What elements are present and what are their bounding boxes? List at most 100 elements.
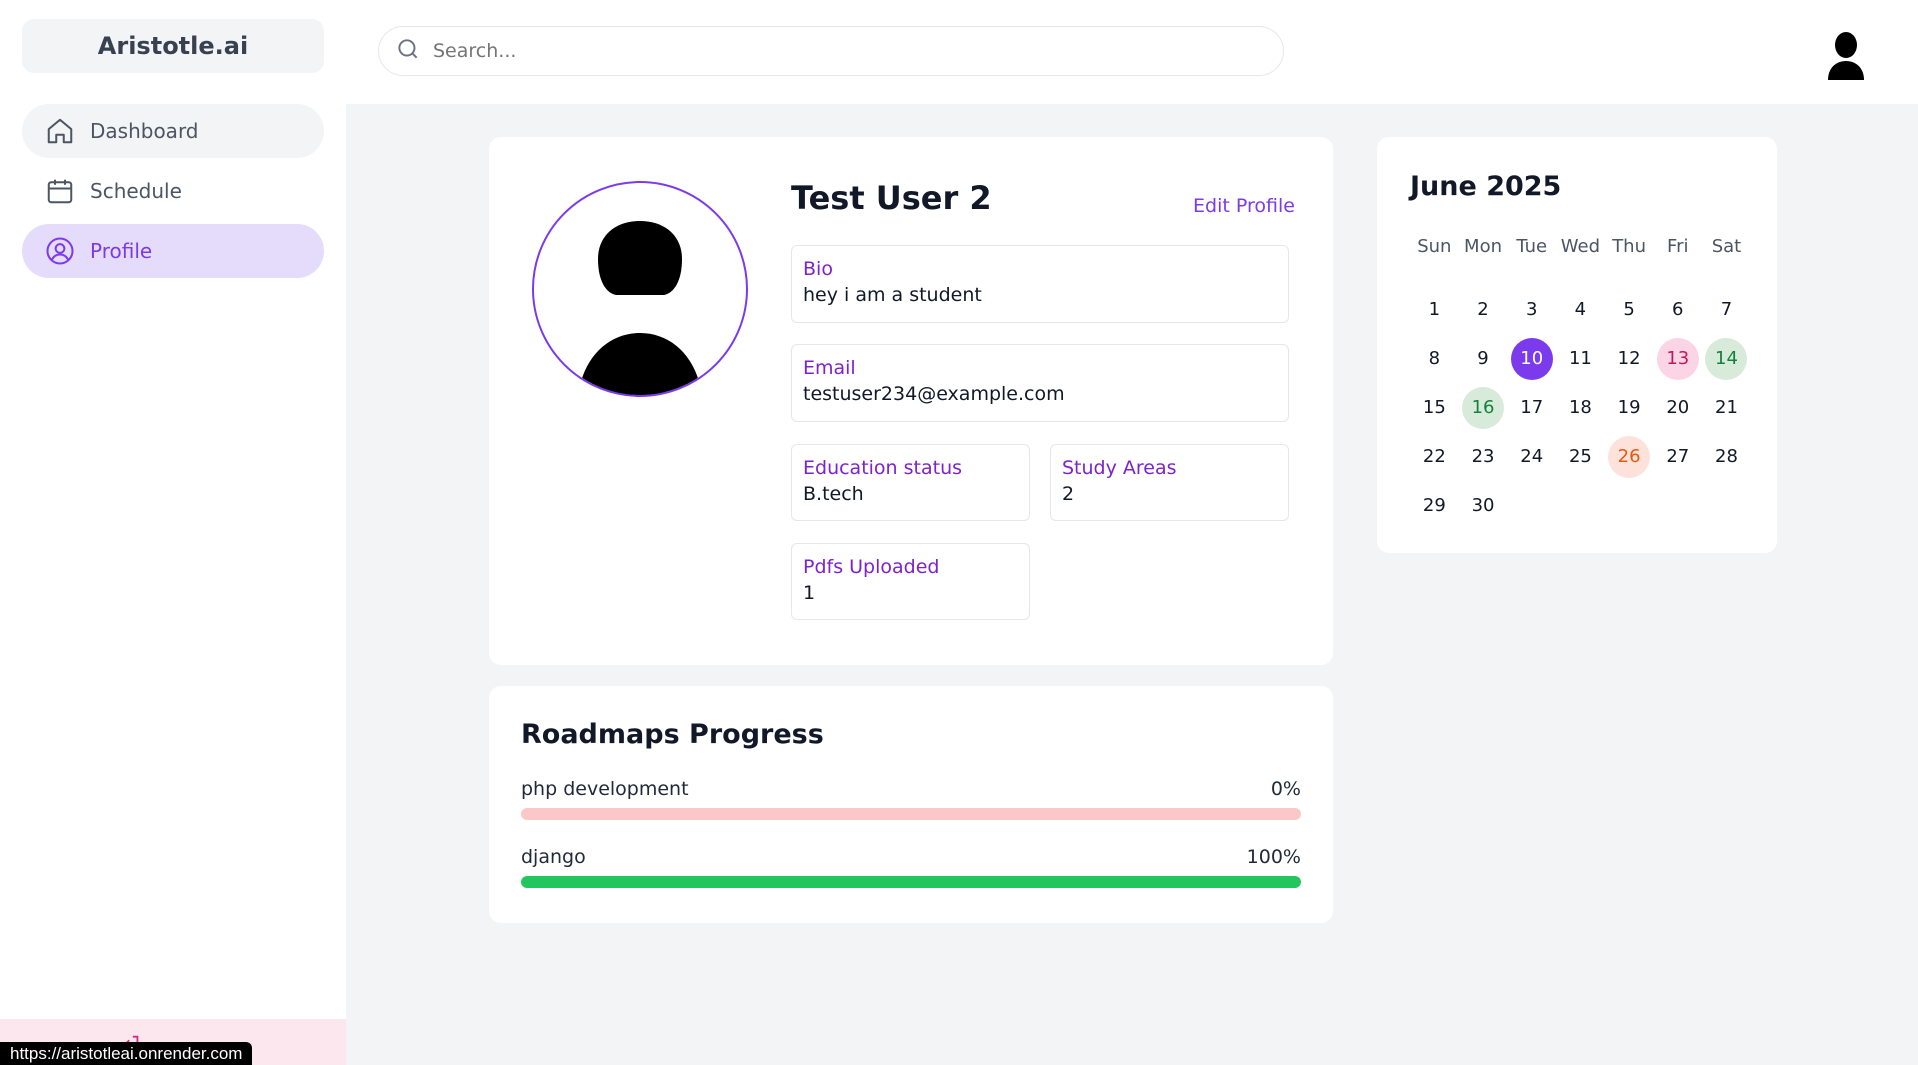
sidebar-item-label: Profile: [90, 239, 153, 263]
progress-track: [521, 876, 1301, 888]
field-label: Email: [803, 357, 856, 379]
calendar-day[interactable]: 27: [1653, 432, 1702, 481]
home-icon: [44, 115, 76, 147]
calendar-day[interactable]: 19: [1605, 383, 1654, 432]
calendar-day[interactable]: 1: [1410, 285, 1459, 334]
calendar-day[interactable]: 7: [1702, 285, 1751, 334]
email-field: Email testuser234@example.com: [791, 344, 1289, 422]
roadmap-item[interactable]: django 100%: [521, 846, 1301, 888]
sidebar-item-label: Schedule: [90, 179, 182, 203]
calendar-day[interactable]: 25: [1556, 432, 1605, 481]
calendar-day[interactable]: 29: [1410, 481, 1459, 530]
calendar-day-number: 13: [1656, 337, 1699, 380]
sidebar-item-profile[interactable]: Profile: [22, 224, 324, 278]
user-avatar-icon[interactable]: [1826, 32, 1866, 80]
calendar-day[interactable]: 16: [1459, 383, 1508, 432]
app-logo[interactable]: Aristotle.ai: [22, 19, 324, 73]
calendar-day[interactable]: 8: [1410, 334, 1459, 383]
calendar-title: June 2025: [1410, 171, 1562, 202]
calendar-day-number: 2: [1477, 299, 1489, 320]
weekday-label: Sat: [1711, 236, 1742, 257]
roadmap-name: php development: [521, 778, 689, 800]
bio-field: Bio hey i am a student: [791, 245, 1289, 323]
field-label: Study Areas: [1062, 457, 1177, 479]
calendar-day-number: 18: [1568, 397, 1592, 418]
calendar-day[interactable]: 30: [1459, 481, 1508, 530]
calendar-day-number: 30: [1471, 495, 1495, 516]
top-header: [346, 0, 1918, 104]
calendar-day[interactable]: 23: [1459, 432, 1508, 481]
weekday-label: Mon: [1464, 236, 1502, 257]
search-input[interactable]: [433, 40, 1233, 62]
user-name: Test User 2: [791, 179, 992, 217]
weekday-label: Thu: [1612, 236, 1646, 257]
calendar-day[interactable]: 28: [1702, 432, 1751, 481]
roadmap-item[interactable]: php development 0%: [521, 778, 1301, 820]
education-field: Education status B.tech: [791, 444, 1030, 521]
calendar-day-number: 1: [1428, 299, 1441, 320]
roadmap-percent: 100%: [1246, 846, 1301, 868]
status-bar-url: https://aristotleai.onrender.com: [0, 1042, 253, 1065]
calendar-day[interactable]: 26: [1605, 432, 1654, 481]
pdfs-uploaded-field: Pdfs Uploaded 1: [791, 543, 1030, 620]
calendar-day-number: 15: [1422, 397, 1446, 418]
calendar-day-number: 5: [1623, 299, 1635, 320]
calendar-day-number: 25: [1568, 446, 1592, 467]
calendar-day-number: 8: [1428, 348, 1441, 369]
calendar-day[interactable]: 9: [1459, 334, 1508, 383]
sidebar-item-label: Dashboard: [90, 119, 199, 143]
calendar-day-number: 19: [1617, 397, 1641, 418]
calendar-day[interactable]: 22: [1410, 432, 1459, 481]
roadmap-percent: 0%: [1270, 778, 1301, 800]
calendar-day[interactable]: 4: [1556, 285, 1605, 334]
calendar-day[interactable]: 12: [1605, 334, 1654, 383]
calendar-day[interactable]: 2: [1459, 285, 1508, 334]
progress-fill: [521, 876, 1301, 888]
calendar-day[interactable]: 13: [1653, 334, 1702, 383]
calendar-day[interactable]: 15: [1410, 383, 1459, 432]
roadmaps-title: Roadmaps Progress: [521, 719, 824, 750]
calendar-day-number: 7: [1720, 299, 1733, 320]
weekday-label: Wed: [1560, 236, 1601, 257]
calendar-day-number: 11: [1568, 348, 1592, 369]
calendar-day-number: 14: [1705, 337, 1748, 380]
field-label: Pdfs Uploaded: [803, 556, 940, 578]
profile-card: Test User 2 Edit Profile Bio hey i am a …: [489, 137, 1333, 665]
progress-track: [521, 808, 1301, 820]
sidebar-item-schedule[interactable]: Schedule: [22, 164, 324, 218]
calendar-day[interactable]: 17: [1507, 383, 1556, 432]
field-value: 2: [1062, 483, 1075, 505]
calendar-day[interactable]: 5: [1605, 285, 1654, 334]
study-areas-field: Study Areas 2: [1050, 444, 1289, 521]
calendar-day-number: 27: [1666, 446, 1690, 467]
calendar-day[interactable]: 20: [1653, 383, 1702, 432]
calendar-day[interactable]: 21: [1702, 383, 1751, 432]
calendar-day-number: 26: [1608, 435, 1651, 478]
calendar-day-number: 3: [1525, 299, 1538, 320]
field-label: Bio: [803, 258, 833, 280]
calendar-day-number: 17: [1520, 397, 1544, 418]
calendar-day-number: 21: [1715, 397, 1738, 418]
calendar-day[interactable]: 24: [1507, 432, 1556, 481]
calendar-day-number: 16: [1462, 386, 1505, 429]
field-value: hey i am a student: [803, 284, 982, 306]
field-label: Education status: [803, 457, 963, 479]
calendar-day[interactable]: 10: [1507, 334, 1556, 383]
calendar-day[interactable]: 3: [1507, 285, 1556, 334]
search-icon: [395, 36, 421, 66]
calendar-day[interactable]: 6: [1653, 285, 1702, 334]
calendar-day-number: 28: [1715, 446, 1738, 467]
search-bar[interactable]: [378, 26, 1284, 76]
field-value: B.tech: [803, 483, 864, 505]
calendar-day-number: 22: [1422, 446, 1446, 467]
calendar-day-number: 4: [1574, 299, 1587, 320]
field-value: 1: [803, 582, 816, 604]
calendar-day[interactable]: 18: [1556, 383, 1605, 432]
calendar-day-number: 24: [1520, 446, 1544, 467]
calendar-day-number: 29: [1422, 495, 1446, 516]
calendar-day[interactable]: 11: [1556, 334, 1605, 383]
calendar-day-number: 20: [1666, 397, 1690, 418]
edit-profile-link[interactable]: Edit Profile: [1193, 195, 1295, 217]
sidebar-item-dashboard[interactable]: Dashboard: [22, 104, 324, 158]
calendar-day[interactable]: 14: [1702, 334, 1751, 383]
